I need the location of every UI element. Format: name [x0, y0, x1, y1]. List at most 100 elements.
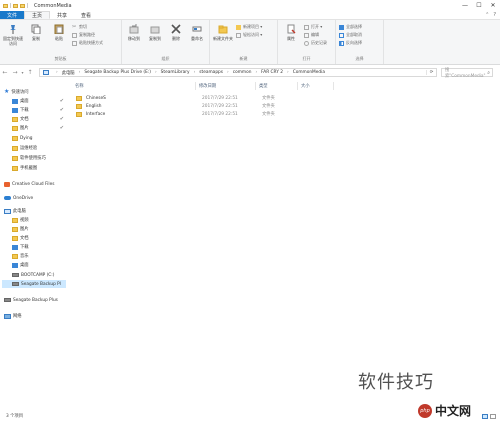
table-row[interactable]: Interface 2017/7/29 22:51 文件夹 — [72, 110, 275, 118]
easy-access-button[interactable]: 轻松访问 ▾ — [236, 32, 262, 38]
nav-item-label: 视频 — [20, 218, 29, 223]
nav-this-pc[interactable]: 此电脑 — [4, 207, 66, 215]
properties-icon[interactable] — [13, 3, 18, 8]
up-button[interactable]: ↑ — [25, 68, 35, 78]
breadcrumb-commonmedia[interactable]: CommonMedia — [293, 70, 325, 75]
edit-button[interactable]: 编辑 — [304, 32, 327, 38]
breadcrumb-far-cry-2[interactable]: FAR CRY 2 — [261, 70, 283, 75]
breadcrumb-this-pc[interactable]: 此电脑 — [62, 70, 75, 76]
new-folder-button[interactable]: 新建文件夹 — [213, 23, 233, 41]
delete-label: 删除 — [172, 36, 180, 41]
breadcrumb-steamlibrary[interactable]: SteamLibrary — [161, 70, 190, 75]
rename-button[interactable]: 重命名 — [188, 23, 206, 41]
tab-view[interactable]: 查看 — [74, 11, 98, 19]
search-input[interactable]: 搜索"CommonMedia" ⌕ — [441, 67, 493, 79]
close-button[interactable]: ✕ — [486, 0, 500, 11]
select-all-button[interactable]: 全部选择 — [339, 24, 362, 30]
collapse-ribbon-icon[interactable]: ⌃ — [485, 12, 489, 18]
nav-videos[interactable]: 视频 — [12, 216, 66, 224]
pin-icon: ✔ — [59, 98, 64, 104]
select-small-buttons: 全部选择 全部取消 反向选择 — [339, 23, 362, 46]
column-name[interactable]: 名称 — [72, 82, 196, 90]
breadcrumb-steamapps[interactable]: steamapps — [199, 70, 223, 75]
nav-onedrive[interactable]: OneDrive — [4, 194, 66, 202]
details-view-icon[interactable] — [482, 413, 488, 419]
nav-documents-pinned[interactable]: 文档 ✔ — [12, 115, 66, 123]
this-pc-icon — [4, 208, 11, 214]
paste-shortcut-button[interactable]: 粘贴快捷方式 — [72, 40, 103, 46]
nav-desktop[interactable]: 桌面 — [12, 261, 66, 269]
creative-cloud-icon — [4, 181, 10, 187]
column-type[interactable]: 类型 — [256, 82, 298, 90]
site-badge: php 中文网 — [418, 402, 471, 419]
nav-music[interactable]: 音乐 — [12, 252, 66, 260]
nav-seagate-backup[interactable]: Seagate Backup Plus — [4, 296, 66, 304]
nav-bootcamp-drive[interactable]: BOOTCAMP (C:) — [12, 271, 66, 279]
large-icons-view-icon[interactable] — [490, 413, 496, 419]
forward-button[interactable]: → — [10, 68, 20, 78]
invert-selection-button[interactable]: 反向选择 — [339, 40, 362, 46]
tab-file[interactable]: 文件 — [0, 11, 25, 19]
column-size[interactable]: 大小 — [298, 82, 334, 90]
paste-button[interactable]: 粘贴 — [49, 23, 69, 41]
nav-item-label: OneDrive — [13, 195, 34, 201]
pin-quick-access-button[interactable]: 固定到快速访问 — [3, 23, 23, 46]
help-icon[interactable]: ? — [493, 12, 496, 18]
nav-phone-screenshots[interactable]: 手机截图 — [12, 164, 66, 172]
new-folder-icon[interactable] — [20, 3, 25, 8]
copy-path-button[interactable]: 复制路径 — [72, 32, 103, 38]
history-button[interactable]: 历史记录 — [304, 40, 327, 46]
column-modified[interactable]: 修改日期 — [196, 82, 256, 90]
properties-button[interactable]: 属性 — [281, 23, 301, 41]
nav-pictures[interactable]: 图片 — [12, 225, 66, 233]
nav-seagate-drive-selected[interactable]: Seagate Backup Pl — [2, 280, 66, 288]
breadcrumb-separator: › — [193, 70, 196, 75]
nav-dying[interactable]: Dying — [12, 134, 66, 142]
nav-network[interactable]: 网络 — [4, 312, 66, 320]
file-type: 文件夹 — [262, 112, 275, 117]
address-path[interactable]: › 此电脑 › Seagate Backup Plus Drive (E:) ›… — [39, 68, 437, 77]
tab-share[interactable]: 共享 — [50, 11, 74, 19]
refresh-button[interactable]: ⟳ — [426, 70, 436, 75]
search-placeholder: 搜索"CommonMedia" — [445, 67, 486, 79]
delete-button[interactable]: 删除 — [167, 23, 185, 41]
nav-item-label: 此电脑 — [13, 209, 26, 214]
pin-icon: ✔ — [59, 125, 64, 131]
nav-creative-cloud[interactable]: Creative Cloud Files — [4, 180, 66, 188]
file-name: Interface — [86, 111, 106, 117]
nav-downloads[interactable]: 下载 — [12, 243, 66, 251]
move-to-button[interactable]: 移动到 — [125, 23, 143, 41]
breadcrumb-common[interactable]: common — [233, 70, 252, 75]
select-none-label: 全部取消 — [346, 32, 362, 37]
open-button[interactable]: 打开 ▾ — [304, 24, 327, 30]
copy-path-icon — [72, 32, 77, 38]
open-icon — [304, 24, 309, 30]
nav-quick-access[interactable]: ★ 快速访问 — [4, 88, 66, 96]
cut-button[interactable]: ✂ 剪切 — [72, 24, 103, 30]
delete-icon — [170, 23, 182, 34]
minimize-button[interactable]: — — [458, 0, 472, 11]
select-none-button[interactable]: 全部取消 — [339, 32, 362, 38]
nav-software-tips[interactable]: 软件使用技巧 — [12, 154, 66, 162]
back-button[interactable]: ← — [0, 68, 10, 78]
new-item-button[interactable]: 新建项目 ▾ — [236, 24, 262, 30]
nav-downloads-pinned[interactable]: 下载 ✔ — [12, 106, 66, 114]
copy-button[interactable]: 复制 — [26, 23, 46, 41]
table-row[interactable]: ChineseS 2017/7/29 22:51 文件夹 — [72, 94, 275, 102]
nav-documents[interactable]: 文档 — [12, 234, 66, 242]
nav-item-label: 文档 — [20, 117, 29, 122]
tab-home[interactable]: 主页 — [24, 11, 51, 19]
nav-ops-experience[interactable]: 运维经验 — [12, 144, 66, 152]
maximize-button[interactable]: ☐ — [472, 0, 486, 11]
breadcrumb-separator: › — [255, 70, 258, 75]
music-icon — [12, 253, 18, 259]
table-row[interactable]: English 2017/7/29 22:51 文件夹 — [72, 102, 275, 110]
network-icon — [4, 313, 11, 319]
folder-icon — [76, 102, 82, 110]
drive-icon — [12, 282, 19, 286]
breadcrumb-drive[interactable]: Seagate Backup Plus Drive (E:) — [84, 70, 151, 75]
copy-to-button[interactable]: 复制到 — [146, 23, 164, 41]
edit-icon — [304, 32, 309, 38]
nav-desktop-pinned[interactable]: 桌面 ✔ — [12, 97, 66, 105]
nav-pictures-pinned[interactable]: 图片 ✔ — [12, 124, 66, 132]
